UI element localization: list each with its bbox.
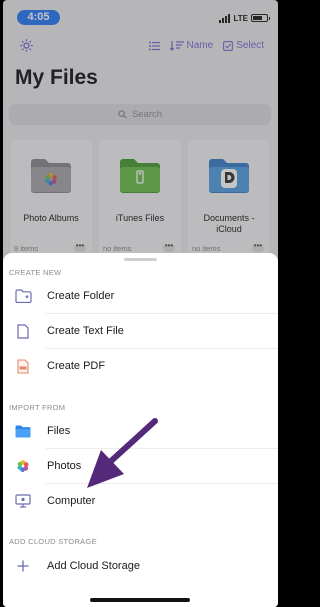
phone-screen: 4:05 LTE Name Select My Files Search Pho…: [3, 0, 278, 607]
section-header-import-from: IMPORT FROM: [9, 403, 66, 412]
create-pdf-label: Create PDF: [47, 360, 106, 372]
import-computer-item[interactable]: Computer: [3, 486, 278, 516]
photos-icon: [14, 457, 32, 475]
add-cloud-storage-label: Add Cloud Storage: [47, 560, 140, 572]
import-photos-label: Photos: [47, 460, 82, 472]
sheet-grabber[interactable]: [124, 258, 157, 261]
import-files-label: Files: [47, 425, 71, 437]
create-text-file-item[interactable]: Create Text File: [3, 316, 278, 346]
import-computer-label: Computer: [47, 495, 96, 507]
create-text-file-label: Create Text File: [47, 325, 124, 337]
folder-icon: [14, 422, 32, 440]
divider: [46, 483, 278, 484]
folder-plus-icon: [14, 287, 32, 305]
pdf-file-icon: [14, 357, 32, 375]
section-header-create-new: CREATE NEW: [9, 268, 62, 277]
divider: [46, 313, 278, 314]
import-files-item[interactable]: Files: [3, 416, 278, 446]
plus-icon: [14, 557, 32, 575]
add-action-sheet: CREATE NEW Create Folder Create Text Fil…: [3, 253, 278, 607]
create-pdf-item[interactable]: Create PDF: [3, 351, 278, 381]
text-file-icon: [14, 322, 32, 340]
home-indicator[interactable]: [90, 598, 190, 602]
divider: [46, 448, 278, 449]
create-folder-item[interactable]: Create Folder: [3, 281, 278, 311]
add-cloud-storage-item[interactable]: Add Cloud Storage: [3, 551, 278, 581]
section-header-add-cloud-storage: ADD CLOUD STORAGE: [9, 537, 97, 546]
divider: [46, 348, 278, 349]
import-photos-item[interactable]: Photos: [3, 451, 278, 481]
computer-icon: [14, 492, 32, 510]
create-folder-label: Create Folder: [47, 290, 115, 302]
